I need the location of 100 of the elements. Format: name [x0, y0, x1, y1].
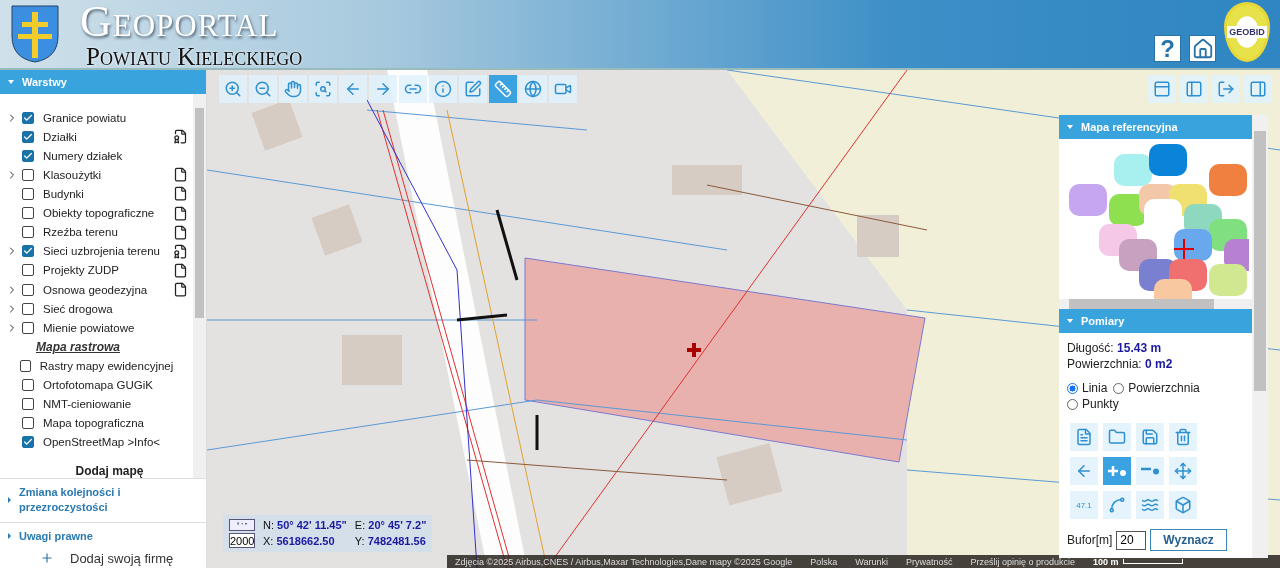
mode-radio[interactable]: Powierzchnia	[1113, 381, 1200, 395]
y-coordinate-text: Y: 7482481.56	[354, 534, 427, 547]
attribution-link[interactable]: Polska	[810, 556, 838, 567]
area-text: Powierzchnia: 0 m2	[1067, 357, 1174, 371]
mode-radio[interactable]: Punkty	[1067, 397, 1119, 411]
measure-tool-button[interactable]	[1070, 457, 1098, 485]
document-icon[interactable]	[172, 224, 188, 240]
layer-checkbox[interactable]	[22, 417, 34, 430]
layer-label: Sieć drogowa	[43, 302, 114, 315]
measure-tool-button[interactable]	[1169, 457, 1197, 485]
layer-checkbox[interactable]	[22, 168, 34, 181]
layer-label: Osnowa geodezyjna	[43, 283, 149, 296]
latitude-text: N: 50° 42' 11.45"	[263, 519, 347, 531]
document-icon[interactable]	[172, 167, 188, 183]
wave-icon	[1141, 496, 1159, 514]
layer-checkbox[interactable]	[22, 207, 34, 220]
layer-label: NMT-cieniowanie	[43, 398, 133, 411]
measure-tool-button[interactable]	[1103, 423, 1131, 451]
measure-tool-button[interactable]	[1136, 491, 1164, 519]
layer-label: Rastry mapy ewidencyjnej	[39, 359, 174, 372]
layer-checkbox[interactable]	[22, 379, 34, 392]
map-tool-button[interactable]	[489, 75, 517, 103]
coat-of-arms-icon	[10, 4, 60, 64]
layer-label: Rzeźba terenu	[43, 226, 119, 239]
map-tool-button[interactable]	[339, 75, 367, 103]
attribution-link[interactable]: Zdjęcia ©2025 Airbus,CNES / Airbus,Maxar Technologies,Dane mapy ©2025 Google	[455, 556, 793, 567]
measure-tool-button[interactable]	[1169, 491, 1197, 519]
layer-checkbox[interactable]	[22, 149, 34, 162]
map-tool-button[interactable]	[219, 75, 247, 103]
layout-button[interactable]	[1244, 75, 1272, 103]
home-button[interactable]	[1189, 35, 1216, 62]
add-map-button[interactable]: Dodaj mapę	[55, 463, 144, 478]
trash-icon	[1174, 428, 1192, 446]
layout-button[interactable]	[1180, 75, 1208, 103]
map-tool-button[interactable]	[549, 75, 577, 103]
attribution-link[interactable]: Prywatność	[906, 556, 953, 567]
layer-checkbox[interactable]	[19, 359, 31, 372]
horizontal-scrollbar[interactable]	[1059, 299, 1252, 309]
scrollbar[interactable]	[1252, 115, 1268, 558]
panel-left-icon	[1185, 80, 1203, 98]
map-tool-button[interactable]	[369, 75, 397, 103]
measure-tool-button[interactable]	[1070, 423, 1098, 451]
map-pin-logo[interactable]: GEOBID	[1224, 2, 1270, 62]
move-icon	[1174, 462, 1192, 480]
plus-point-icon	[1107, 464, 1127, 478]
help-button[interactable]: ?	[1154, 35, 1181, 62]
ruler-icon	[494, 80, 512, 98]
magnifier-icon	[314, 80, 332, 98]
x-coordinate-text: X: 5618662.50	[263, 534, 336, 547]
map-tool-button[interactable]	[249, 75, 277, 103]
map-tool-button[interactable]	[459, 75, 487, 103]
layer-checkbox[interactable]	[22, 245, 34, 258]
layer-checkbox[interactable]	[22, 130, 34, 143]
document-icon[interactable]	[172, 282, 188, 298]
section-heading: Mapa rastrowa	[35, 339, 121, 354]
document-icon[interactable]	[172, 186, 188, 202]
mode-radio[interactable]: Linia	[1067, 381, 1108, 395]
info-document-icon[interactable]	[172, 129, 188, 145]
map-tool-button[interactable]	[399, 75, 427, 103]
layer-checkbox[interactable]	[22, 398, 34, 411]
buffer-label: Bufor[m]	[1067, 533, 1113, 547]
measure-tool-button[interactable]	[1169, 423, 1197, 451]
attribution-link[interactable]: Prześlij opinię o produkcie	[970, 556, 1076, 567]
buffer-input[interactable]: 20	[1116, 530, 1147, 550]
measure-tool-button[interactable]	[1103, 491, 1131, 519]
map-tool-button[interactable]	[309, 75, 337, 103]
map-tool-button[interactable]	[279, 75, 307, 103]
layout-button[interactable]	[1148, 75, 1176, 103]
measure-tool-button[interactable]	[1136, 423, 1164, 451]
layer-checkbox[interactable]	[22, 226, 34, 239]
layer-checkbox[interactable]	[22, 321, 34, 334]
layer-checkbox[interactable]	[22, 436, 34, 449]
measure-tool-button[interactable]	[1136, 457, 1164, 485]
map-tool-button[interactable]	[429, 75, 457, 103]
document-icon[interactable]	[172, 205, 188, 221]
scale-button[interactable]: 2000	[229, 533, 255, 548]
globe-icon	[524, 80, 542, 98]
info-document-icon[interactable]	[172, 243, 188, 259]
layer-checkbox[interactable]	[22, 111, 34, 124]
layer-label: Działki	[43, 130, 78, 143]
save-icon	[1141, 428, 1159, 446]
layer-label: OpenStreetMap >Info<	[43, 436, 161, 449]
layout-button[interactable]	[1212, 75, 1240, 103]
document-icon[interactable]	[172, 262, 188, 278]
layer-checkbox[interactable]	[22, 302, 34, 315]
map-tool-button[interactable]	[519, 75, 547, 103]
attribution-link[interactable]: Warunki	[855, 556, 888, 567]
scrollbar[interactable]	[193, 94, 206, 478]
arrow-right-icon	[374, 80, 392, 98]
compute-button[interactable]: Wyznacz	[1150, 529, 1227, 551]
layer-checkbox[interactable]	[22, 264, 34, 277]
layer-label: Obiekty topograficzne	[43, 207, 156, 220]
site-title: Geoportal	[80, 0, 280, 44]
document-icon	[1075, 428, 1093, 446]
layer-checkbox[interactable]	[22, 283, 34, 296]
layer-checkbox[interactable]	[22, 188, 34, 200]
layer-label: Ortofotomapa GUGiK	[43, 379, 154, 392]
zoom-out-icon	[254, 80, 272, 98]
measure-tool-button[interactable]	[1103, 457, 1131, 485]
add-icon	[40, 551, 54, 566]
